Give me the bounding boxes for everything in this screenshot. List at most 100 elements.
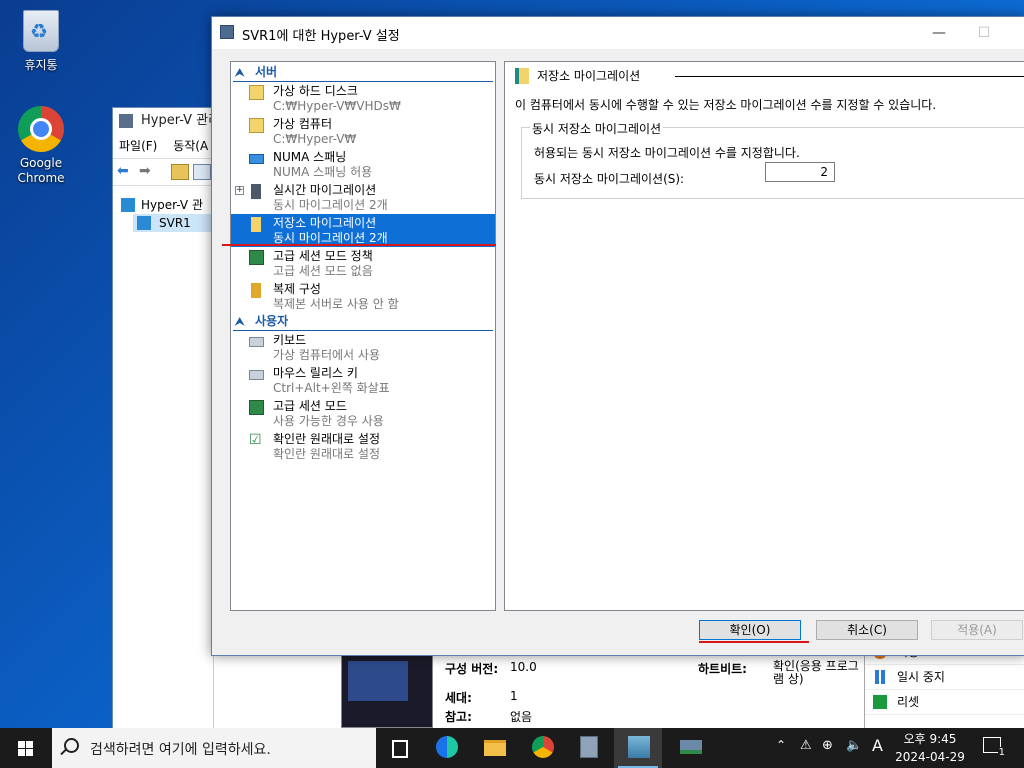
nav-item-storage-migrations[interactable]: 저장소 마이그레이션 동시 마이그레이션 2개 <box>231 214 495 247</box>
file-explorer-taskbar-button[interactable] <box>470 728 518 768</box>
menu-file[interactable]: 파일(F) <box>119 139 157 153</box>
nav-item-name: 마우스 릴리스 키 <box>273 366 358 380</box>
forward-arrow-icon[interactable]: ➡ <box>139 164 155 178</box>
cancel-button[interactable]: 취소(C) <box>816 620 918 640</box>
simultaneous-storage-migrations-group: 동시 저장소 마이그레이션 허용되는 동시 저장소 마이그레이션 수를 지정합니… <box>521 120 1024 199</box>
network-warning-icon[interactable]: ⚠ <box>800 738 812 753</box>
task-view-button[interactable] <box>376 728 424 768</box>
nav-item-live-migrations[interactable]: + 실시간 마이그레이션 동시 마이그레이션 2개 <box>231 181 495 214</box>
recycle-bin-icon <box>23 10 59 52</box>
tree-label: SVR1 <box>159 216 191 230</box>
action-reset[interactable]: 리셋 <box>865 690 1024 715</box>
nav-item-mouse-release-key[interactable]: 마우스 릴리스 키 Ctrl+Alt+왼쪽 화살표 <box>231 364 495 397</box>
search-icon <box>64 738 79 753</box>
manager-title: Hyper-V 관리 <box>141 113 221 128</box>
nav-item-replication-configuration[interactable]: 복제 구성 복제본 서버로 사용 안 함 <box>231 280 495 313</box>
nav-item-name: 실시간 마이그레이션 <box>273 183 377 197</box>
nav-item-subtext: 확인란 원래대로 설정 <box>273 447 380 461</box>
minimize-button[interactable]: — <box>919 21 959 45</box>
back-arrow-icon[interactable]: ⬅ <box>117 164 133 178</box>
globe-icon[interactable]: ⊕ <box>822 738 833 753</box>
nav-item-subtext: C:₩Hyper-V₩VHDs₩ <box>273 99 401 113</box>
dialog-titlebar[interactable]: SVR1에 대한 Hyper-V 설정 — ☐ <box>212 17 1024 49</box>
keyboard-icon <box>249 337 264 347</box>
simultaneous-migrations-label: 동시 저장소 마이그레이션(S): <box>534 172 685 186</box>
storage-migration-icon <box>251 217 261 232</box>
recycle-bin-label: 휴지통 <box>24 58 58 72</box>
monitor-icon <box>249 154 264 164</box>
nav-item-subtext: 가상 컴퓨터에서 사용 <box>273 348 380 362</box>
panel-title: 저장소 마이그레이션 <box>537 69 641 83</box>
ok-button[interactable]: 확인(O) <box>699 620 801 640</box>
nav-item-name: 고급 세션 모드 정책 <box>273 249 373 263</box>
recycle-bin-desktop-icon[interactable]: 휴지통 <box>1 10 81 73</box>
section-label: 사용자 <box>255 314 289 328</box>
notes-label: 참고: <box>445 710 472 724</box>
nav-item-subtext: 고급 세션 모드 없음 <box>273 264 373 278</box>
section-label: 서버 <box>255 65 278 79</box>
vm-thumbnail[interactable] <box>341 654 433 728</box>
group-description: 허용되는 동시 저장소 마이그레이션 수를 지정합니다. <box>534 146 800 160</box>
action-label: 일시 중지 <box>897 670 945 684</box>
ime-indicator[interactable]: A <box>872 736 883 755</box>
hyperv-manager-taskbar-button[interactable] <box>614 728 662 768</box>
vm-connection-icon <box>680 740 702 754</box>
taskbar-search-box[interactable]: 검색하려면 여기에 입력하세요. <box>52 728 376 768</box>
action-pause[interactable]: 일시 중지 <box>865 665 1024 690</box>
windows-logo-pane <box>26 741 33 748</box>
show-hidden-icons-chevron[interactable]: ⌃ <box>776 738 786 752</box>
nav-item-enhanced-session-mode[interactable]: 고급 세션 모드 사용 가능한 경우 사용 <box>231 397 495 430</box>
enhanced-session-icon <box>249 400 264 415</box>
hyperv-manager-icon <box>628 736 650 758</box>
heartbeat-value: 확인(응용 프로그램 상) <box>773 659 859 686</box>
panel-description: 이 컴퓨터에서 동시에 수행할 수 있는 저장소 마이그레이션 수를 지정할 수… <box>515 98 937 112</box>
clock-time: 오후 9:45 <box>903 732 957 746</box>
menu-action[interactable]: 동작(A <box>173 139 208 153</box>
collapse-chevron-icon: ⮝ <box>235 66 245 79</box>
nav-item-virtual-machines[interactable]: 가상 컴퓨터 C:₩Hyper-V₩ <box>231 115 495 148</box>
edge-taskbar-button[interactable] <box>422 728 470 768</box>
simultaneous-migrations-input[interactable]: 2 <box>765 162 835 182</box>
nav-item-keyboard[interactable]: 키보드 가상 컴퓨터에서 사용 <box>231 331 495 364</box>
nav-item-subtext: Ctrl+Alt+왼쪽 화살표 <box>273 381 390 395</box>
reset-icon <box>873 695 887 709</box>
vm-connection-taskbar-button[interactable] <box>666 728 714 768</box>
windows-logo-icon <box>18 741 25 748</box>
folder-up-icon[interactable] <box>171 164 189 180</box>
nav-item-subtext: 복제본 서버로 사용 안 함 <box>273 297 399 311</box>
maximize-button[interactable]: ☐ <box>964 21 1004 45</box>
nav-item-name: 고급 세션 모드 <box>273 399 347 413</box>
settings-navigation: ⮝ 서버 가상 하드 디스크 C:₩Hyper-V₩VHDs₩ 가상 컴퓨터 C… <box>230 61 496 611</box>
search-placeholder: 검색하려면 여기에 입력하세요. <box>90 742 271 758</box>
volume-muted-icon[interactable]: 🔈 <box>846 738 862 753</box>
manager-tree: Hyper-V 관리 SVR1 <box>113 190 214 728</box>
tree-item-svr1[interactable]: SVR1 <box>133 214 213 232</box>
server-group-icon <box>121 198 135 212</box>
expand-plus-icon[interactable]: + <box>235 186 244 195</box>
action-label: 리셋 <box>897 695 920 709</box>
apply-button[interactable]: 적용(A) <box>931 620 1023 640</box>
nav-item-subtext: 동시 마이그레이션 2개 <box>273 198 388 212</box>
live-migration-icon <box>251 184 261 199</box>
section-user[interactable]: ⮝ 사용자 <box>233 313 493 331</box>
nav-item-enhanced-session-policy[interactable]: 고급 세션 모드 정책 고급 세션 모드 없음 <box>231 247 495 280</box>
generation-value: 1 <box>510 689 518 703</box>
nav-item-reset-check-boxes[interactable]: ☑ 확인란 원래대로 설정 확인란 원래대로 설정 <box>231 430 495 463</box>
chrome-taskbar-button[interactable] <box>518 728 566 768</box>
nav-item-numa-spanning[interactable]: NUMA 스패닝 NUMA 스패닝 허용 <box>231 148 495 181</box>
action-center-button[interactable]: 1 <box>983 737 1006 758</box>
start-button[interactable] <box>0 728 52 768</box>
taskbar: 검색하려면 여기에 입력하세요. ⌃ ⚠ ⊕ 🔈 A 오후 9:45 2024-… <box>0 728 1024 768</box>
chrome-desktop-icon[interactable]: Google Chrome <box>1 106 81 186</box>
tree-item-hyperv-manager[interactable]: Hyper-V 관리 <box>113 196 213 230</box>
taskbar-clock[interactable]: 오후 9:45 2024-04-29 <box>893 730 967 766</box>
nav-item-virtual-hard-disks[interactable]: 가상 하드 디스크 C:₩Hyper-V₩VHDs₩ <box>231 82 495 115</box>
windows-logo-pane <box>26 749 33 756</box>
group-title: 동시 저장소 마이그레이션 <box>530 120 664 137</box>
nav-item-subtext: C:₩Hyper-V₩ <box>273 132 357 146</box>
clock-date: 2024-04-29 <box>895 750 965 764</box>
server-manager-taskbar-button[interactable] <box>566 728 614 768</box>
show-pane-icon[interactable] <box>193 164 211 180</box>
section-server[interactable]: ⮝ 서버 <box>233 64 493 82</box>
pause-icon <box>875 670 879 684</box>
